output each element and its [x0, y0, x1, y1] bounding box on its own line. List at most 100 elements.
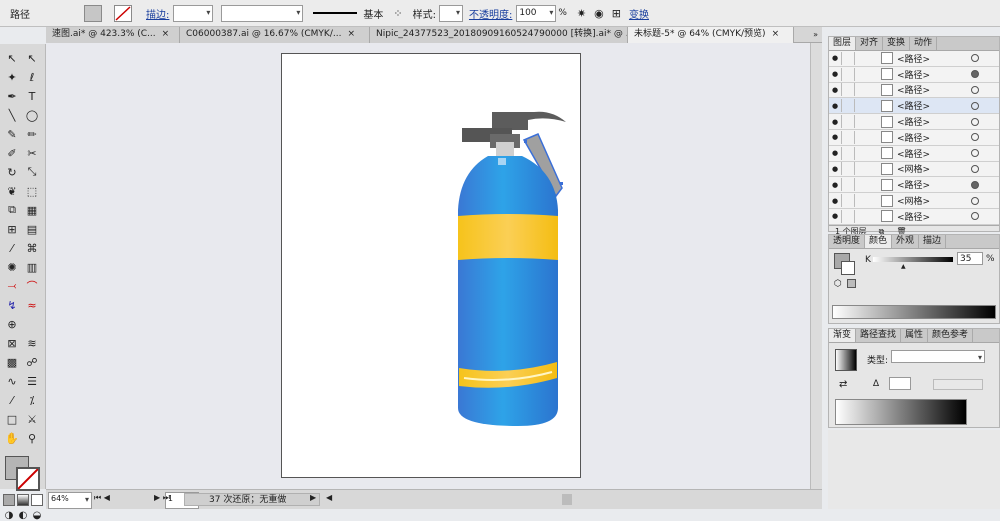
warp-tool-icon[interactable]: ❦	[3, 182, 21, 200]
reverse-gradient-icon[interactable]: ⇄	[839, 379, 847, 390]
rect-tool-icon[interactable]: □	[3, 410, 21, 428]
draw-inside-icon[interactable]: ◒	[31, 509, 43, 521]
tab-color-guide[interactable]: 颜色参考	[928, 329, 974, 342]
mesh-tool-icon[interactable]: ⊞	[3, 220, 21, 238]
layer-row[interactable]: ● <路径>	[829, 66, 999, 83]
horizontal-scroll-thumb[interactable]	[562, 494, 572, 505]
shape-builder-icon[interactable]: ⧉	[3, 201, 21, 219]
lock-toggle[interactable]	[842, 115, 855, 129]
envelope-icon[interactable]: ≋	[23, 334, 41, 352]
anchor-tool-icon[interactable]: ↯	[3, 296, 21, 314]
tab-transparency[interactable]: 透明度	[829, 235, 866, 248]
gamut-swatch[interactable]	[847, 279, 856, 288]
lock-toggle[interactable]	[842, 51, 855, 65]
lock-toggle[interactable]	[842, 99, 855, 113]
pen-tool-icon[interactable]: ✒	[3, 87, 21, 105]
visibility-eye-icon[interactable]: ●	[829, 209, 842, 223]
zoom-tool-icon[interactable]: ⚲	[23, 429, 41, 447]
rotate-tool-icon[interactable]: ↻	[3, 163, 21, 181]
scale-tool-icon[interactable]: ⤡	[23, 163, 41, 181]
opacity-link[interactable]: 不透明度:	[469, 6, 512, 21]
line-tool-icon[interactable]: ╲	[3, 106, 21, 124]
layer-row[interactable]: ● <路径>	[829, 114, 999, 130]
first-page-icon[interactable]: ⏮ ◀	[94, 493, 110, 503]
target-circle-icon[interactable]	[971, 212, 979, 221]
next-page-icon[interactable]: ▶ ⏭	[154, 493, 170, 503]
target-circle-icon[interactable]	[971, 54, 979, 63]
fire-extinguisher-illustration[interactable]	[440, 100, 580, 435]
scroll-left-icon[interactable]: ◀	[326, 493, 332, 502]
lasso-icon[interactable]: ℓ	[23, 68, 41, 86]
visibility-eye-icon[interactable]: ●	[829, 194, 842, 208]
lock-toggle[interactable]	[842, 146, 855, 160]
color-stroke-swatch[interactable]	[841, 261, 855, 275]
transform-link[interactable]: 变换	[629, 6, 649, 21]
layer-row[interactable]: ● <路径>	[829, 82, 999, 99]
align-icon[interactable]: ⊞	[612, 7, 621, 20]
curvature-icon[interactable]: ⌒	[23, 277, 41, 295]
lock-toggle[interactable]	[842, 209, 855, 223]
layer-row[interactable]: ● <网格>	[829, 161, 999, 178]
gradient-type-dropdown[interactable]	[891, 350, 985, 363]
layer-row[interactable]: ● <路径>	[829, 145, 999, 162]
fill-stroke-widget[interactable]	[0, 454, 45, 494]
tab-actions[interactable]: 动作	[910, 37, 938, 50]
magic-wand-icon[interactable]: ✦	[3, 68, 21, 86]
column-graph-icon[interactable]: ▥	[23, 258, 41, 276]
lock-toggle[interactable]	[842, 178, 855, 192]
gradient-preview-bar[interactable]	[835, 399, 967, 425]
tab-color[interactable]: 颜色	[865, 235, 893, 248]
tab-transform[interactable]: 变换	[883, 37, 911, 50]
variable-width-dropdown[interactable]	[221, 4, 304, 22]
visibility-eye-icon[interactable]: ●	[829, 67, 842, 81]
target-circle-icon[interactable]	[971, 164, 979, 173]
lock-toggle[interactable]	[842, 130, 855, 144]
eyedropper-icon[interactable]: ⁄	[3, 239, 21, 257]
layer-row[interactable]: ● <路径>	[829, 51, 999, 67]
reset-icon[interactable]: ⁘	[393, 7, 402, 20]
knife-icon[interactable]: ⚔	[23, 410, 41, 428]
brush-tool-icon[interactable]: ✎	[3, 125, 21, 143]
layer-row[interactable]: ● <路径>	[829, 129, 999, 146]
blob-brush-icon[interactable]: ✐	[3, 144, 21, 162]
width-tool-icon[interactable]: ⤙	[3, 277, 21, 295]
target-circle-icon[interactable]	[971, 101, 979, 110]
layer-row[interactable]: ● <网格>	[829, 193, 999, 209]
tab-attributes[interactable]: 属性	[901, 329, 929, 342]
direct-selection-tool-icon[interactable]: ↖	[23, 49, 41, 67]
tab-pathfinder[interactable]: 路径查找	[856, 329, 902, 342]
free-transform-icon[interactable]: ⬚	[23, 182, 41, 200]
crosshair-icon[interactable]: ⊕	[3, 315, 21, 333]
stroke-indicator[interactable]	[16, 467, 40, 491]
visibility-eye-icon[interactable]: ●	[829, 146, 842, 160]
artboard-tool-icon[interactable]: ⊠	[3, 334, 21, 352]
visibility-eye-icon[interactable]: ●	[829, 99, 842, 113]
layer-row[interactable]: ● <路径>	[829, 98, 999, 115]
brush-basic-label[interactable]: 基本	[363, 6, 383, 21]
perspective-grid-icon[interactable]: ▦	[23, 201, 41, 219]
layer-row[interactable]: ● <路径>	[829, 177, 999, 194]
lock-toggle[interactable]	[842, 194, 855, 208]
visibility-eye-icon[interactable]: ●	[829, 51, 842, 65]
visibility-eye-icon[interactable]: ●	[829, 115, 842, 129]
globe-icon[interactable]: ◉	[594, 7, 604, 20]
hand-tool-icon[interactable]: ✋	[3, 429, 21, 447]
angle-field[interactable]	[889, 377, 911, 390]
tab-doc-active[interactable]: 未标题-5* @ 64% (CMYK/预览) ×	[628, 27, 794, 43]
target-circle-icon[interactable]	[971, 149, 979, 158]
stroke-link[interactable]: 描边:	[146, 6, 169, 21]
color-mode-icon[interactable]	[3, 494, 15, 506]
target-circle-icon[interactable]	[971, 85, 979, 94]
zoom-dropdown[interactable]: 64%	[48, 492, 92, 509]
tab-layers[interactable]: 图层	[829, 37, 857, 50]
tab-doc-3[interactable]: Nipic_24377523_20180909160524790000 [转换]…	[370, 27, 628, 43]
symbol-sprayer-icon[interactable]: ✺	[3, 258, 21, 276]
cube-icon[interactable]: ⬡	[834, 279, 842, 289]
visibility-eye-icon[interactable]: ●	[829, 162, 842, 176]
visibility-eye-icon[interactable]: ●	[829, 130, 842, 144]
smooth-tool-icon[interactable]: ≈	[23, 296, 41, 314]
tab-appearance[interactable]: 外观	[892, 235, 920, 248]
target-circle-icon[interactable]	[971, 70, 979, 79]
lock-toggle[interactable]	[842, 83, 855, 97]
ellipse-tool-icon[interactable]: ◯	[23, 106, 41, 124]
